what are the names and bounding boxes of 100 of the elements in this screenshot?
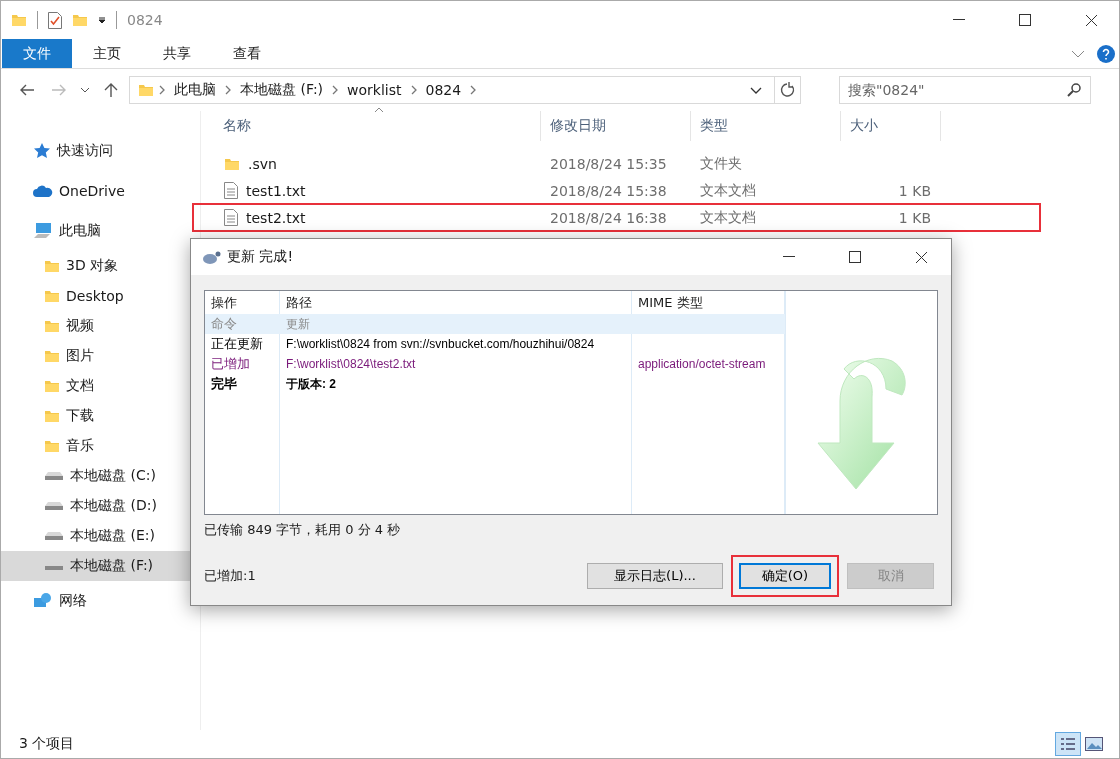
column-header[interactable]: 修改日期 bbox=[541, 111, 691, 141]
text-file-icon bbox=[224, 209, 238, 226]
sidebar-item-label: 此电脑 bbox=[59, 222, 101, 240]
drive-icon bbox=[44, 531, 64, 541]
column-header[interactable]: 路径 bbox=[280, 291, 632, 314]
column-header[interactable]: 名称 bbox=[214, 111, 541, 141]
close-icon[interactable] bbox=[1084, 13, 1098, 27]
chevron-right-icon bbox=[409, 85, 418, 95]
file-date: 2018/8/24 16:38 bbox=[549, 209, 668, 226]
chevron-right-icon bbox=[158, 85, 166, 95]
file-row[interactable]: test2.txt 2018/8/24 16:38 文本文档 1 KB bbox=[192, 203, 1041, 232]
dialog-button[interactable]: 显示日志(L)... bbox=[587, 563, 723, 589]
file-type: 文本文档 bbox=[699, 181, 757, 200]
chevron-right-icon bbox=[224, 85, 232, 95]
dropdown-icon[interactable] bbox=[98, 16, 106, 24]
sidebar-item-label: Desktop bbox=[66, 288, 124, 304]
chevron-down-icon[interactable] bbox=[80, 87, 90, 93]
sidebar-item[interactable]: 网络 bbox=[1, 581, 200, 621]
maximize-icon[interactable] bbox=[1019, 14, 1031, 26]
action-cell-text: 已增加 bbox=[210, 355, 251, 373]
sidebar-item[interactable]: Desktop bbox=[1, 281, 200, 311]
column-header[interactable]: 大小 bbox=[841, 111, 941, 141]
file-name[interactable]: test1.txt bbox=[246, 182, 306, 199]
search-icon bbox=[1067, 83, 1081, 97]
maximize-icon[interactable] bbox=[849, 251, 861, 263]
network-icon bbox=[33, 592, 53, 610]
details-view-button[interactable] bbox=[1055, 732, 1081, 756]
folder-icon bbox=[44, 408, 60, 424]
column-header[interactable]: 操作 bbox=[205, 291, 280, 314]
minimize-icon[interactable] bbox=[953, 19, 965, 21]
sidebar-item-label: 快速访问 bbox=[57, 142, 113, 160]
sidebar-item[interactable]: 文档 bbox=[1, 371, 200, 401]
folder-icon bbox=[11, 12, 27, 28]
file-date: 2018/8/24 15:38 bbox=[549, 182, 668, 199]
column-header[interactable]: 类型 bbox=[691, 111, 841, 141]
folder-icon bbox=[44, 348, 60, 364]
file-name[interactable]: test2.txt bbox=[246, 209, 306, 226]
up-arrow-icon[interactable] bbox=[104, 82, 118, 98]
file-type: 文件夹 bbox=[699, 154, 743, 173]
column-header[interactable]: MIME 类型 bbox=[632, 291, 785, 314]
sidebar-item[interactable]: 本地磁盘 (D:) bbox=[1, 491, 200, 521]
computer-icon bbox=[33, 222, 53, 240]
chevron-right-icon bbox=[331, 85, 340, 95]
sidebar-item[interactable]: 3D 对象 bbox=[1, 251, 200, 281]
file-name[interactable]: .svn bbox=[248, 155, 277, 172]
sidebar-item-label: 视频 bbox=[66, 317, 94, 335]
folder-icon bbox=[44, 438, 60, 454]
refresh-icon[interactable] bbox=[779, 82, 796, 98]
path-cell-text: 于版本: 2 bbox=[285, 375, 337, 393]
ribbon-tab[interactable]: 查看 bbox=[212, 39, 282, 68]
ribbon-tab[interactable]: 文件 bbox=[2, 39, 72, 68]
image-icon[interactable] bbox=[1085, 737, 1103, 751]
sidebar-item-label: 文档 bbox=[66, 377, 94, 395]
chevron-right-icon bbox=[469, 85, 478, 95]
window-title: 0824 bbox=[127, 12, 163, 28]
dialog-button[interactable]: 确定(O) bbox=[739, 563, 831, 589]
breadcrumb-item[interactable]: 0824 bbox=[421, 82, 466, 98]
folder-icon bbox=[44, 378, 60, 394]
help-icon[interactable] bbox=[1097, 44, 1115, 63]
sidebar-item-label: 音乐 bbox=[66, 437, 94, 455]
folder-icon bbox=[138, 82, 154, 98]
list-icon bbox=[1060, 737, 1076, 751]
ribbon-tab[interactable]: 共享 bbox=[142, 39, 212, 68]
ribbon-tab[interactable]: 主页 bbox=[72, 39, 142, 68]
sidebar-item-label: 本地磁盘 (D:) bbox=[70, 497, 157, 515]
dialog-title: 更新 完成! bbox=[227, 248, 294, 266]
back-icon[interactable] bbox=[19, 84, 35, 96]
breadcrumb-item[interactable]: worklist bbox=[343, 82, 406, 98]
sidebar-item[interactable]: 图片 bbox=[1, 341, 200, 371]
file-size: 1 KB bbox=[897, 209, 932, 226]
properties-icon[interactable] bbox=[48, 11, 62, 29]
file-date: 2018/8/24 15:35 bbox=[549, 155, 668, 172]
search-field[interactable]: 搜索"0824" bbox=[839, 76, 1091, 104]
sidebar-item[interactable]: 本地磁盘 (E:) bbox=[1, 521, 200, 551]
sidebar-item[interactable]: 视频 bbox=[1, 311, 200, 341]
sidebar-item-label: 网络 bbox=[59, 592, 87, 610]
close-icon[interactable] bbox=[914, 250, 928, 264]
breadcrumb-item[interactable]: 本地磁盘 (F:) bbox=[236, 81, 328, 99]
folder-icon bbox=[44, 258, 60, 274]
text-file-icon bbox=[224, 182, 238, 199]
sidebar-item-label: 3D 对象 bbox=[66, 257, 119, 275]
sidebar-item[interactable]: 下载 bbox=[1, 401, 200, 431]
action-cell-text: 完毕 bbox=[210, 375, 238, 393]
folder-icon bbox=[44, 288, 60, 304]
action-cell-text: 正在更新 bbox=[210, 335, 264, 353]
path-cell-text: F:\worklist\0824 from svn://svnbucket.com/houzhihui/0824 bbox=[285, 336, 596, 353]
sort-up-icon bbox=[374, 107, 384, 113]
sidebar-item[interactable]: 本地磁盘 (C:) bbox=[1, 461, 200, 491]
sidebar-item-label: 本地磁盘 (C:) bbox=[70, 467, 156, 485]
path-cell-text: 更新 bbox=[285, 315, 311, 333]
minimize-icon[interactable] bbox=[783, 256, 795, 258]
action-cell-text: 命令 bbox=[210, 315, 238, 333]
chevron-down-icon[interactable] bbox=[750, 86, 762, 94]
sidebar-item-label: 本地磁盘 (E:) bbox=[70, 527, 155, 545]
sidebar-item-label: 下载 bbox=[66, 407, 94, 425]
sidebar-item[interactable]: 音乐 bbox=[1, 431, 200, 461]
sidebar-item-label: 图片 bbox=[66, 347, 94, 365]
breadcrumb-item[interactable]: 此电脑 bbox=[170, 81, 220, 99]
address-bar[interactable]: 此电脑 本地磁盘 (F:) worklist 0824 bbox=[129, 76, 801, 104]
file-size: 1 KB bbox=[897, 182, 932, 199]
